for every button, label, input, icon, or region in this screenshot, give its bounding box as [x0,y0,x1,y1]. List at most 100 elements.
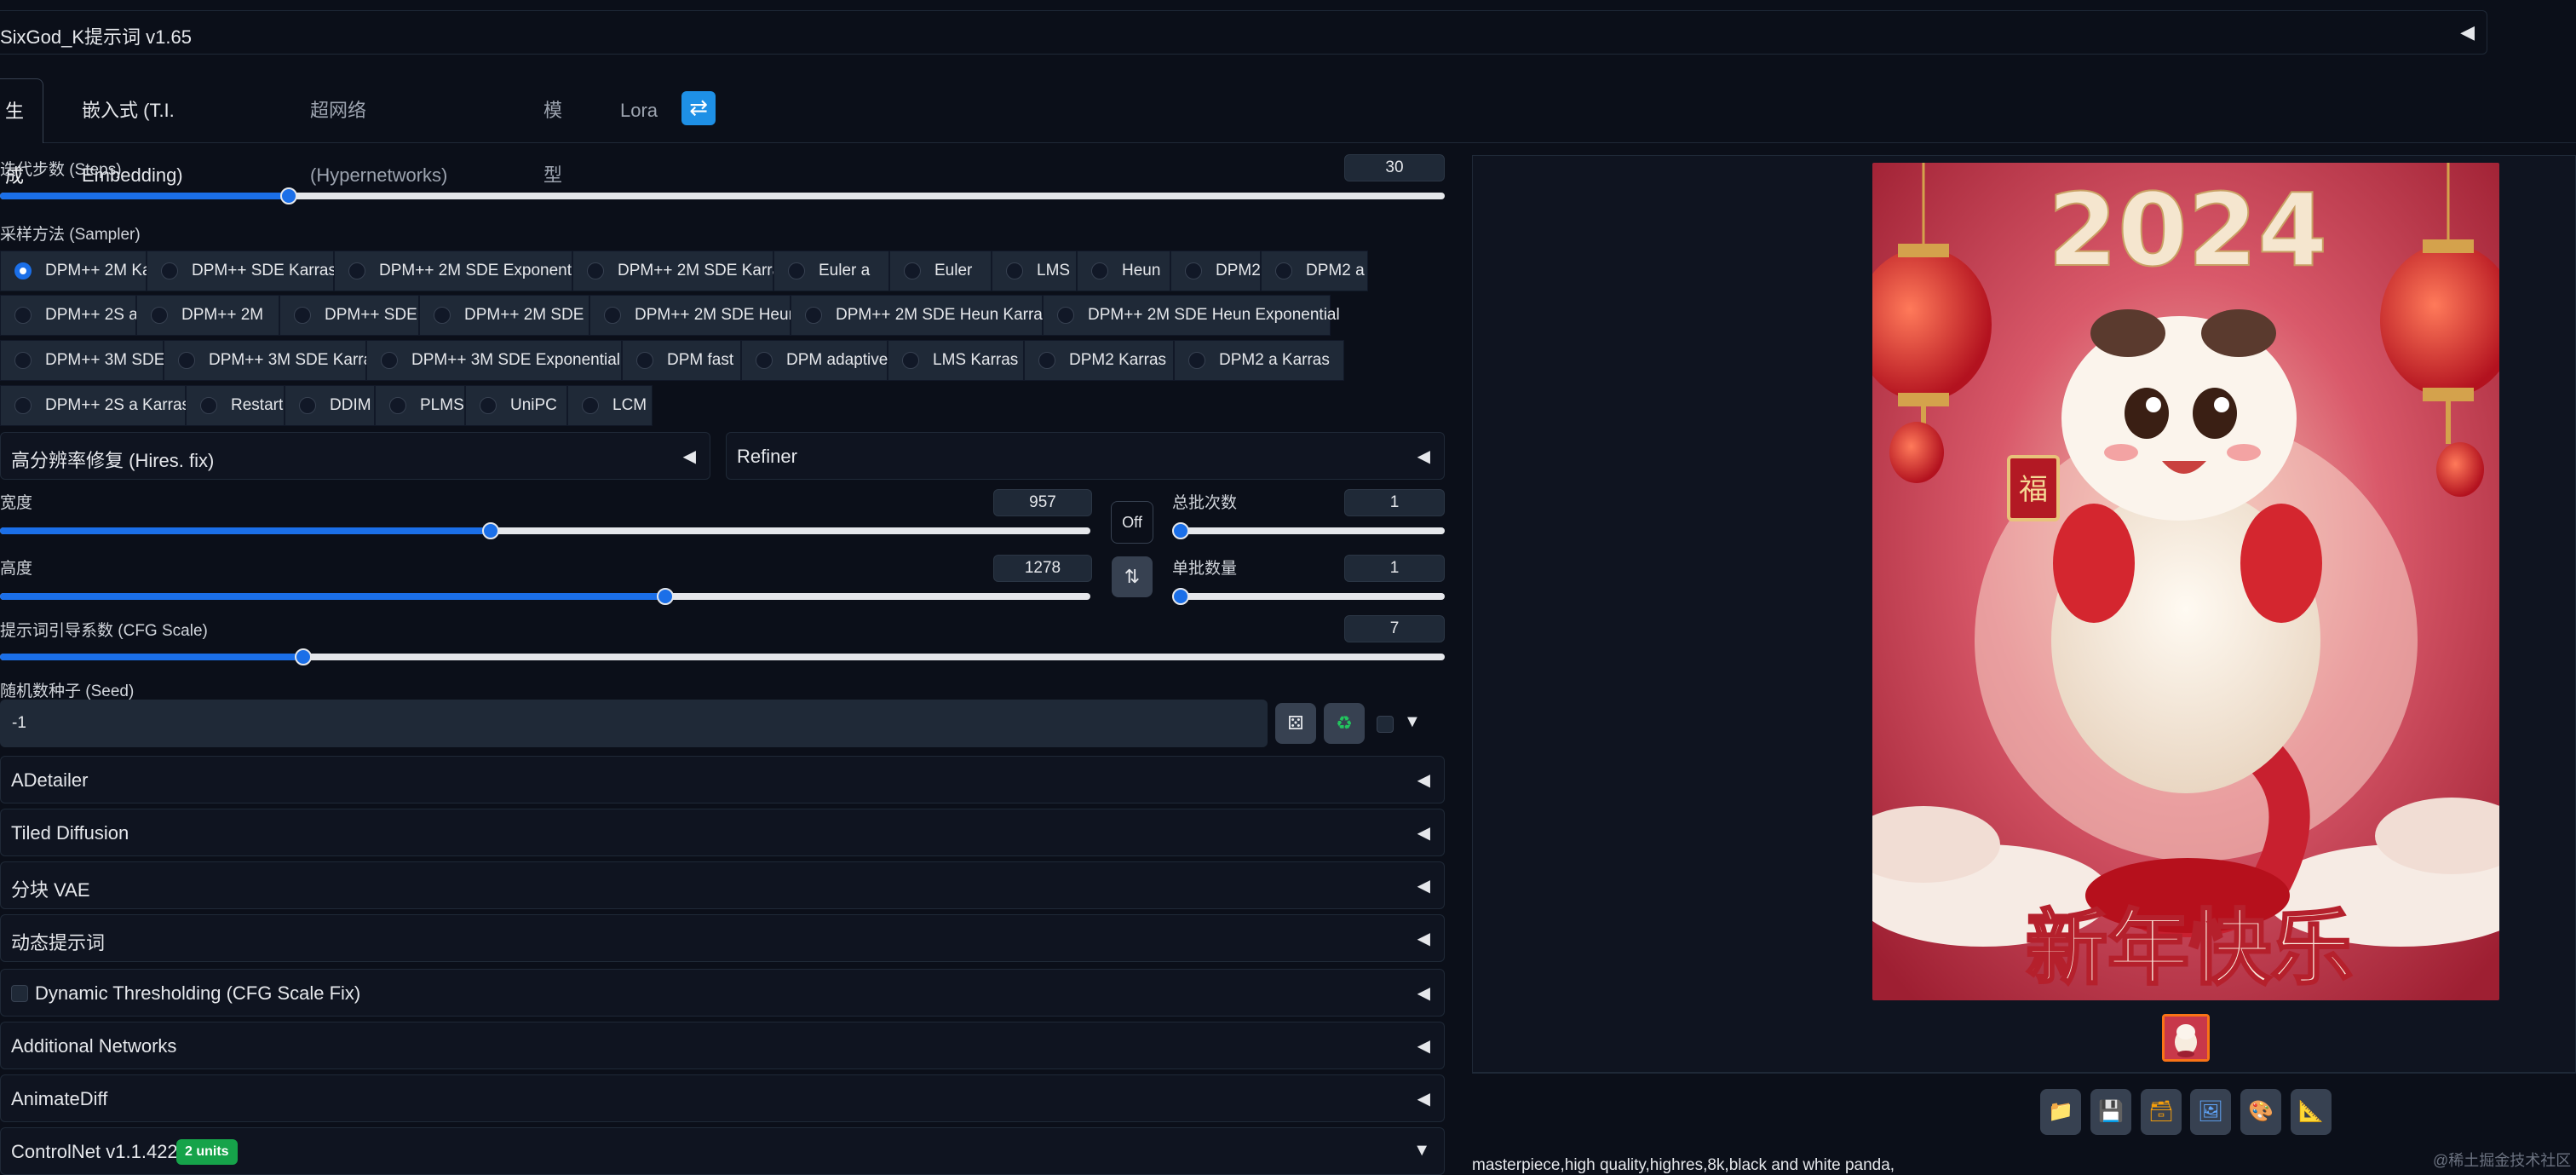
collapse-arrow-icon[interactable]: ◀ [2460,21,2475,43]
batch-count-input[interactable]: 1 [1344,489,1445,516]
sampler-option[interactable]: DPM++ 2M SDE Karras [572,251,790,291]
sampler-option-label: DPM2 Karras [1069,351,1167,369]
extra-seed-checkbox[interactable] [1377,716,1394,733]
sampler-option-label: LCM [612,396,647,414]
sampler-option[interactable]: DPM++ 3M SDE Karras [164,340,381,381]
gallery-thumbnail[interactable] [2162,1014,2210,1062]
cfg-slider[interactable] [0,648,1445,665]
send-to-img2img-icon[interactable]: 🖼 [2190,1089,2231,1135]
radio-dot-icon [294,307,311,324]
swap-dimensions-icon[interactable]: ⇅ [1112,556,1153,597]
open-folder-icon[interactable]: 📁 [2040,1089,2081,1135]
tab-embedding[interactable]: 嵌入式 (T.I. Embedding) [82,78,183,186]
sixgod-prompt-panel[interactable]: SixGod_K提示词 v1.65 ◀ [0,10,2487,55]
send-to-inpaint-icon[interactable]: 🎨 [2240,1089,2281,1135]
sampler-option[interactable]: LMS Karras [888,340,1024,381]
refresh-sync-icon[interactable]: ⇄ [681,91,716,125]
radio-dot-icon [299,397,316,414]
radio-dot-icon [14,397,32,414]
animatediff-accordion[interactable]: AnimateDiff ◀ [0,1074,1445,1122]
sampler-option[interactable]: DPM++ 2M SDE Heun Karras [791,295,1050,336]
sampler-option-label: DPM++ 3M SDE Exponential [411,351,621,369]
sampler-option[interactable]: Restart [186,385,285,426]
sampler-option[interactable]: Euler a [773,251,889,291]
generated-image[interactable]: 2024 福 新年快乐 [1872,163,2499,1000]
steps-slider[interactable] [0,187,1445,204]
panel-title: SixGod_K提示词 v1.65 [0,26,192,48]
site-watermark: @稀土掘金技术社区 [2433,1152,2572,1169]
additional-networks-accordion[interactable]: Additional Networks ◀ [0,1022,1445,1069]
sampler-option[interactable]: DPM++ 2M SDE Heun Exponential [1043,295,1340,336]
radio-dot-icon [151,307,168,324]
refiner-arrow-icon: ◀ [1417,447,1430,466]
sampler-option[interactable]: DPM adaptive [741,340,888,381]
adetailer-accordion[interactable]: ADetailer ◀ [0,756,1445,803]
height-input[interactable]: 1278 [993,555,1092,582]
sampler-option[interactable]: DPM++ 3M SDE [0,340,164,381]
sampler-option[interactable]: DDIM [285,385,375,426]
random-dice-icon[interactable]: ⚄ [1275,703,1316,744]
sampler-option[interactable]: LMS [992,251,1077,291]
steps-input[interactable]: 30 [1344,154,1445,181]
sampler-option[interactable]: DPM++ 2M SDE Exponential [334,251,588,291]
radio-dot-icon [14,262,32,279]
sampler-option[interactable]: Euler [889,251,992,291]
radio-dot-icon [1185,262,1202,279]
width-slider[interactable] [0,522,1090,539]
dynamic-thresholding-arrow-icon: ◀ [1417,984,1430,1003]
sampler-option[interactable]: DPM++ 2S a [0,295,138,336]
radio-dot-icon [1057,307,1074,324]
sampler-option[interactable]: UniPC [465,385,567,426]
height-slider[interactable] [0,588,1090,605]
radio-dot-icon [1188,352,1205,369]
batch-size-slider[interactable] [1172,588,1445,605]
sampler-option-label: DPM2 a [1306,262,1365,279]
width-input[interactable]: 957 [993,489,1092,516]
refiner-accordion[interactable]: Refiner ◀ [726,432,1445,480]
sampler-option[interactable]: DPM2 Karras [1024,340,1174,381]
zip-archive-icon[interactable]: 🗃 [2141,1089,2182,1135]
sampler-option[interactable]: DPM++ 2M Karras [0,251,179,291]
tiled-diffusion-accordion[interactable]: Tiled Diffusion ◀ [0,809,1445,856]
extra-seed-arrow-icon[interactable]: ▼ [1404,712,1421,732]
radio-dot-icon [161,262,178,279]
tiled-vae-accordion[interactable]: 分块 VAE ◀ [0,861,1445,909]
sampler-option[interactable]: LCM [567,385,653,426]
seed-input[interactable]: -1 [0,700,1268,747]
dynamic-thresholding-accordion[interactable]: Dynamic Thresholding (CFG Scale Fix) ◀ [0,969,1445,1017]
radio-dot-icon [1006,262,1023,279]
sampler-option[interactable]: DPM++ 2M SDE Heun [589,295,797,336]
tab-models[interactable]: 模型 [543,78,562,186]
sampler-option[interactable]: Heun [1077,251,1170,291]
sampler-option[interactable]: DPM2 a [1261,251,1368,291]
sampler-option[interactable]: DPM++ SDE [279,295,419,336]
sampler-option-label: DDIM [330,396,371,414]
dynamic-prompts-accordion[interactable]: 动态提示词 ◀ [0,914,1445,962]
save-icon[interactable]: 💾 [2090,1089,2131,1135]
sampler-option[interactable]: DPM++ 3M SDE Exponential [366,340,622,381]
radio-dot-icon [348,262,365,279]
send-to-extras-icon[interactable]: 📐 [2291,1089,2332,1135]
tab-generate[interactable]: 生成 [0,78,44,187]
batch-count-slider[interactable] [1172,522,1445,539]
aspect-lock-toggle[interactable]: Off [1111,501,1153,544]
sampler-option[interactable]: DPM++ 2M [136,295,279,336]
sampler-option[interactable]: DPM2 a Karras [1174,340,1344,381]
sampler-option[interactable]: DPM fast [622,340,741,381]
controlnet-accordion[interactable]: ControlNet v1.1.422 2 units ▼ [0,1127,1445,1175]
radio-dot-icon [389,397,406,414]
hires-fix-accordion[interactable]: 高分辨率修复 (Hires. fix) ◀ [0,432,710,480]
batch-size-input[interactable]: 1 [1344,555,1445,582]
dynamic-thresholding-label: Dynamic Thresholding (CFG Scale Fix) [35,982,361,1004]
sampler-option[interactable]: DPM++ 2M SDE [419,295,589,336]
cfg-input[interactable]: 7 [1344,615,1445,642]
reuse-seed-icon[interactable]: ♻ [1324,703,1365,744]
sampler-option[interactable]: DPM2 [1170,251,1261,291]
sampler-option[interactable]: DPM++ SDE Karras [147,251,336,291]
tab-hypernetworks[interactable]: 超网络 (Hypernetworks) [310,78,447,186]
sampler-option[interactable]: DPM++ 2S a Karras [0,385,190,426]
dynamic-thresholding-checkbox[interactable] [11,985,28,1002]
tab-lora[interactable]: Lora [620,78,658,143]
sampler-option-label: DPM2 [1216,262,1261,279]
sampler-option[interactable]: PLMS [375,385,465,426]
